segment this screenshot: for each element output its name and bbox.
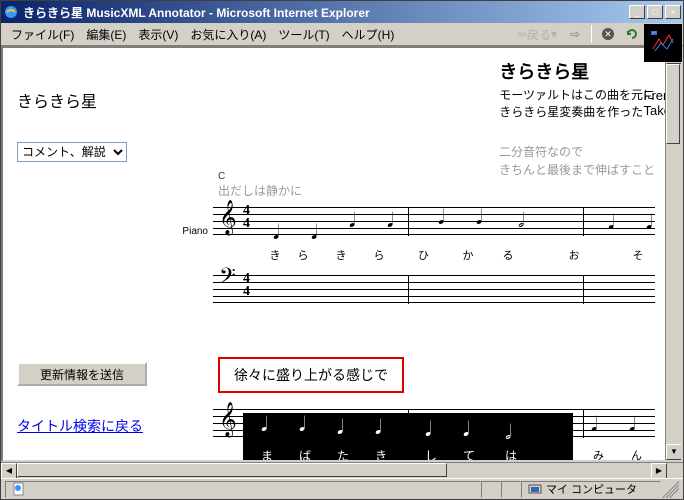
menu-tools[interactable]: ツール(T) (272, 24, 335, 45)
lyric: ひ (398, 247, 449, 263)
song-subtitle-2: きらきら星変奏曲を作った (499, 104, 655, 121)
minimize-button[interactable]: _ (629, 5, 645, 19)
back-label: 戻る (527, 26, 551, 43)
notes-row: 𝅘𝅥 𝅘𝅥 𝅘𝅥 𝅘𝅥 𝅘𝅥 𝅘𝅥 𝅗𝅥 𝅘𝅥 𝅘𝅥 (263, 201, 655, 245)
scroll-thumb[interactable] (666, 64, 680, 144)
forward-button[interactable]: ⇨ (565, 24, 585, 44)
resize-grip[interactable] (661, 481, 679, 498)
main-content: きらきら星 モーツァルトはこの曲を元に きらきら星変奏曲を作った Fren Ta… (168, 48, 665, 460)
menubar: ファイル(F) 編集(E) 表示(V) お気に入り(A) ツール(T) ヘルプ(… (1, 23, 683, 46)
song-subtitle-1: モーツァルトはこの曲を元に (499, 87, 655, 104)
hscroll-thumb[interactable] (17, 463, 447, 477)
stop-button[interactable]: ✕ (598, 24, 618, 44)
lyrics-row-1: きらきらひかるおそ (266, 247, 665, 263)
scroll-right-button[interactable]: ▶ (651, 463, 667, 479)
staff-system-1: C 出だしは静かに Piano 𝄞 44 𝅘𝅥 𝅘 (168, 168, 665, 313)
lyric: お (529, 247, 619, 263)
lyric: ら (360, 247, 398, 263)
song-subtitle: モーツァルトはこの曲を元に きらきら星変奏曲を作った (499, 87, 655, 121)
treble-clef-icon: 𝄞 (219, 405, 237, 435)
refresh-button[interactable] (622, 24, 642, 44)
song-credits: Fren Take (644, 88, 665, 118)
bass-staff: 𝄢 44 (213, 269, 665, 313)
time-signature: 44 (243, 204, 250, 231)
page-icon (12, 482, 26, 496)
back-button[interactable]: ⇦ 戻る ▾ (513, 24, 561, 44)
lyric: き (266, 247, 284, 263)
menu-edit[interactable]: 編集(E) (80, 24, 132, 45)
close-button[interactable]: × (665, 5, 681, 19)
menu-favorites[interactable]: お気に入り(A) (184, 24, 272, 45)
ie-throbber (644, 24, 682, 62)
selection-highlight[interactable]: 𝅘𝅥 𝅘𝅥 𝅘𝅥 𝅘𝅥 𝅘𝅥 𝅘𝅥 𝅗𝅥 ま ば た き し (243, 413, 573, 460)
annotation-type-select[interactable]: コメント、解説 (17, 142, 127, 162)
statusbar: マイ コンピュータ (1, 478, 683, 499)
menu-view[interactable]: 表示(V) (132, 24, 184, 45)
ie-icon (3, 4, 19, 20)
zone-icon (528, 482, 542, 496)
lyric: き (322, 247, 360, 263)
song-title: きらきら星 (499, 58, 655, 84)
lyric: み (593, 447, 604, 460)
expression-marking: 出だしは静かに (218, 182, 665, 199)
back-to-search-link[interactable]: タイトル検索に戻る (17, 416, 154, 436)
bass-clef-icon: 𝄢 (219, 265, 236, 291)
sidebar-title: きらきら星 (17, 88, 154, 112)
lyric: る (487, 247, 529, 263)
treble-clef-icon: 𝄞 (219, 203, 237, 233)
treble-staff: 𝄞 44 𝅘𝅥 𝅘𝅥 𝅘𝅥 𝅘𝅥 𝅘𝅥 𝅘𝅥 (213, 201, 665, 245)
time-signature-bass: 44 (243, 272, 250, 299)
window-title: きらきら星 MusicXML Annotator - Microsoft Int… (23, 4, 629, 21)
sidebar: きらきら星 コメント、解説 更新情報を送信 タイトル検索に戻る (3, 48, 168, 460)
staff-system-2: 𝄞 𝅘𝅥 𝅘𝅥 𝅘𝅥 𝅘𝅥 𝅘𝅥 𝅘𝅥 (168, 403, 665, 460)
lyric: ん (631, 447, 642, 460)
menu-help[interactable]: ヘルプ(H) (336, 24, 401, 45)
maximize-button[interactable]: □ (647, 5, 663, 19)
svg-text:✕: ✕ (604, 29, 612, 39)
lyric: か (449, 247, 487, 263)
chord-symbol: C (218, 171, 225, 182)
lyric: そ (619, 247, 657, 263)
menu-file[interactable]: ファイル(F) (5, 24, 80, 45)
vertical-scrollbar[interactable]: ▲ ▼ (665, 48, 681, 460)
scroll-left-button[interactable]: ◀ (1, 463, 17, 479)
lyric: ら (284, 247, 322, 263)
submit-update-button[interactable]: 更新情報を送信 (17, 362, 147, 386)
titlebar: きらきら星 MusicXML Annotator - Microsoft Int… (1, 1, 683, 23)
zone-label: マイ コンピュータ (546, 481, 637, 497)
horizontal-scrollbar[interactable]: ◀ ▶ (1, 462, 683, 478)
scroll-down-button[interactable]: ▼ (666, 444, 682, 460)
instrument-label: Piano (168, 226, 208, 237)
annotation-box[interactable]: 徐々に盛り上がる感じで (218, 357, 404, 393)
